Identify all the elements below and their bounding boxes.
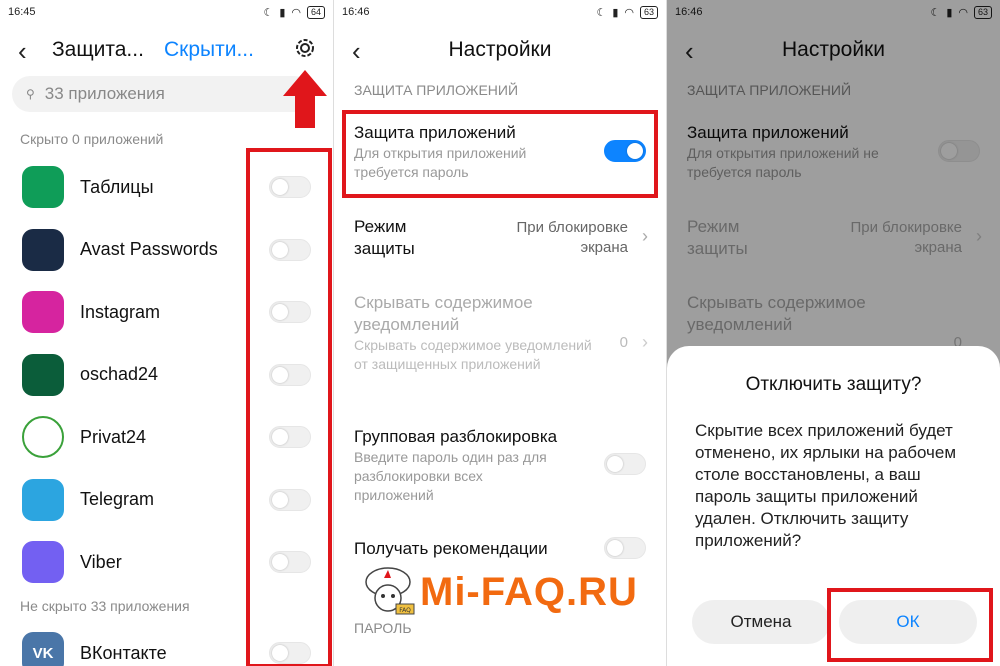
highlight-box [342,110,658,198]
signal-icon: ▮ [279,6,286,19]
red-arrow-icon [283,70,327,135]
tab-protection[interactable]: Защита... [52,38,144,62]
header: ‹ Настройки [334,24,666,78]
viber-icon [22,541,64,584]
row-count: 0 [619,334,628,351]
recommendations-row[interactable]: Получать рекомендации [334,537,666,560]
app-name: Telegram [80,489,155,510]
row-title: Получать рекомендации [354,539,548,558]
battery-icon: 63 [639,5,658,19]
gear-icon[interactable] [292,35,318,61]
group-unlock-row[interactable]: Групповая разблокировка Введите пароль о… [334,426,666,505]
row-title: Режим защиты [354,217,415,258]
app-name: oschad24 [80,364,159,385]
recommendations-toggle[interactable] [604,537,646,559]
app-name: Instagram [80,301,161,322]
moon-icon: ☾ [596,6,607,19]
search-icon: ⚲ [26,87,35,101]
vk-icon: VK [22,632,64,666]
oschad-icon [22,353,64,396]
status-bar: 16:45 ☾ ▮ ◠ 64 [0,0,333,24]
battery-icon: 64 [306,5,325,19]
section-header: ПАРОЛЬ [354,620,412,636]
hidden-count-label: Скрыто 0 приложений [20,131,164,147]
tab-hidden[interactable]: Скрыти... [164,38,254,62]
app-name: Avast Passwords [80,239,218,260]
group-unlock-toggle[interactable] [604,453,646,475]
row-value: При блокировке экрана [516,219,628,256]
watermark-badge: FAQ [399,607,411,614]
search-input[interactable]: ⚲ 33 приложения [12,76,312,112]
wifi-icon: ◠ [624,6,634,19]
wifi-icon: ◠ [291,6,301,19]
status-time: 16:46 [342,6,370,18]
settings-dialog-screen: 16:46 ☾ ▮ ◠ 63 ‹ Настройки ЗАЩИТА ПРИЛОЖ… [667,0,1000,666]
hidden-apps-screen: 16:45 ☾ ▮ ◠ 64 ‹ Защита... Скрыти... ⚲ 3… [0,0,333,666]
chevron-right-icon: › [642,332,648,352]
row-subtitle: Введите пароль один раз для разблокировк… [354,449,547,503]
row-subtitle: Скрывать содержимое уведомлений от защищ… [354,337,592,372]
instagram-icon [22,291,64,334]
row-title: Скрывать содержимое уведомлений [354,293,533,334]
highlight-box [246,148,332,666]
hide-notifications-row: Скрывать содержимое уведомлений Скрывать… [334,292,666,374]
key-icon [22,228,64,271]
protection-mode-row[interactable]: Режим защиты При блокировке экрана › [334,216,666,260]
telegram-icon [22,478,64,521]
cancel-button[interactable]: Отмена [692,600,830,644]
privat-icon [22,416,64,459]
status-time: 16:45 [8,6,36,18]
search-placeholder: 33 приложения [44,84,165,103]
app-name: Viber [80,551,122,572]
row-title: Групповая разблокировка [354,427,558,446]
page-title: Настройки [448,38,552,61]
watermark-text: Mi-FAQ.RU [420,570,638,614]
watermark-logo: FAQ [360,560,416,620]
sheets-icon [22,166,64,209]
app-name: Таблицы [80,176,154,197]
chevron-right-icon: › [642,226,648,246]
app-name: Privat24 [80,426,147,447]
app-name: ВКонтакте [80,642,167,663]
moon-icon: ☾ [263,6,274,19]
section-header: ЗАЩИТА ПРИЛОЖЕНИЙ [354,82,519,98]
back-arrow-icon[interactable]: ‹ [18,36,27,67]
dialog-title: Отключить защиту? [745,374,922,395]
not-hidden-count-label: Не скрыто 33 приложения [20,598,190,614]
dialog-body: Скрытие всех приложений будет отменено, … [695,421,957,550]
highlight-box [827,588,993,662]
signal-icon: ▮ [612,6,619,19]
status-bar: 16:46 ☾ ▮ ◠ 63 [334,0,666,24]
